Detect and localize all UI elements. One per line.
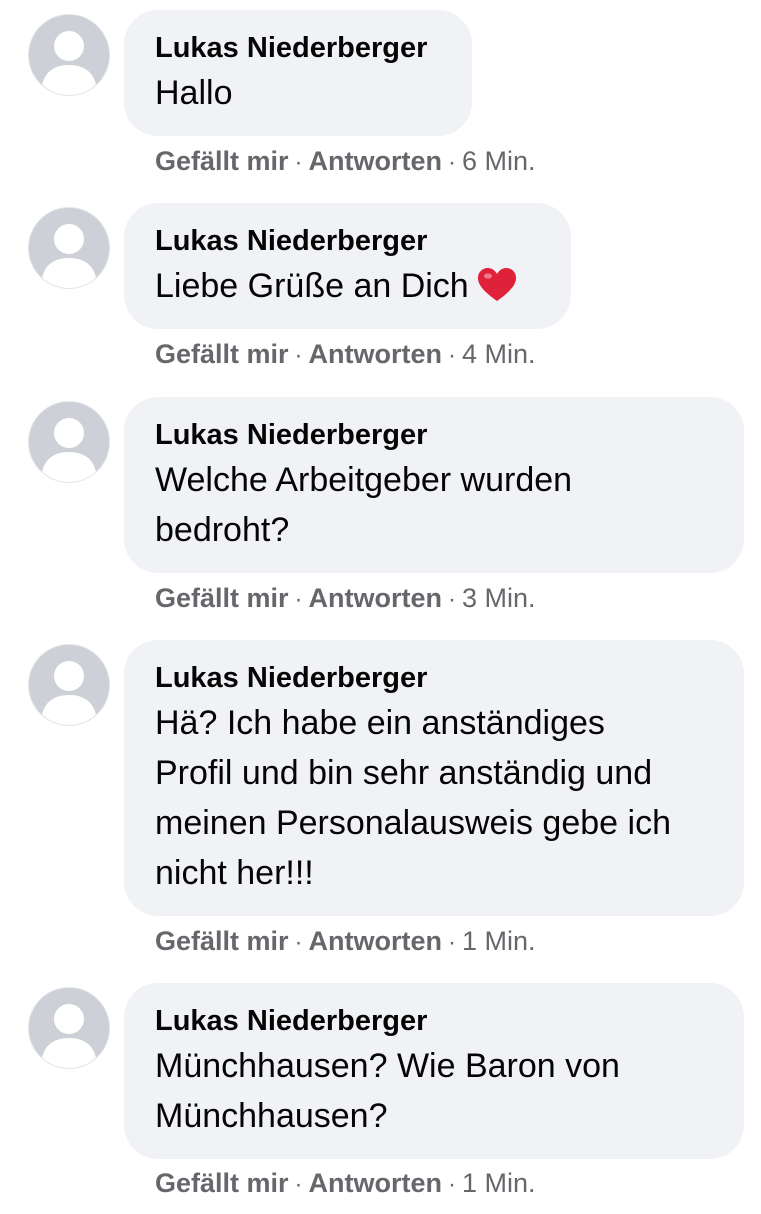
default-profile-icon bbox=[29, 988, 109, 1068]
comment-text-line: Liebe Grüße an Dich bbox=[155, 267, 469, 305]
avatar-icon[interactable] bbox=[29, 208, 109, 288]
comment-timestamp[interactable]: 3 Min. bbox=[462, 583, 536, 613]
comment-bubble: Lukas Niederberger Liebe Grüße an Dich bbox=[124, 203, 571, 329]
separator: · bbox=[294, 149, 303, 176]
avatar-icon[interactable] bbox=[29, 15, 109, 95]
comment-author-link[interactable]: Lukas Niederberger bbox=[155, 221, 540, 261]
comment-timestamp[interactable]: 4 Min. bbox=[462, 339, 536, 369]
comment-text: nicht her!!! bbox=[155, 854, 314, 892]
default-profile-icon bbox=[29, 402, 109, 482]
comment-text: Münchhausen? Wie Baron von bbox=[155, 1047, 620, 1085]
comment-bubble: Lukas Niederberger Hallo bbox=[124, 10, 472, 136]
comment-author-link[interactable]: Lukas Niederberger bbox=[155, 28, 441, 68]
comment-timestamp[interactable]: 1 Min. bbox=[462, 926, 536, 956]
reply-button[interactable]: Antworten bbox=[309, 146, 442, 176]
separator: · bbox=[294, 929, 303, 956]
comment-text: Liebe Grüße an Dich bbox=[155, 261, 540, 311]
reply-button[interactable]: Antworten bbox=[309, 339, 442, 369]
comment-text: Münchhausen? bbox=[155, 1097, 388, 1135]
comment-text: Profil und bin sehr anständig und bbox=[155, 754, 653, 792]
like-button[interactable]: Gefällt mir bbox=[155, 1168, 289, 1198]
like-button[interactable]: Gefällt mir bbox=[155, 583, 289, 613]
separator: · bbox=[448, 342, 457, 369]
comment-text: Welche Arbeitgeber wurden bbox=[155, 461, 573, 499]
like-button[interactable]: Gefällt mir bbox=[155, 339, 289, 369]
comment-timestamp[interactable]: 6 Min. bbox=[462, 146, 536, 176]
comment-text: bedroht? bbox=[155, 511, 290, 549]
separator: · bbox=[448, 149, 457, 176]
avatar-icon[interactable] bbox=[29, 988, 109, 1068]
like-button[interactable]: Gefällt mir bbox=[155, 926, 289, 956]
comment-actions: Gefällt mir · Antworten · 1 Min. bbox=[155, 1166, 536, 1202]
comment-timestamp[interactable]: 1 Min. bbox=[462, 1168, 536, 1198]
comment-bubble: Lukas Niederberger Welche Arbeitgeber wu… bbox=[124, 397, 744, 573]
default-profile-icon bbox=[29, 645, 109, 725]
comment-actions: Gefällt mir · Antworten · 1 Min. bbox=[155, 924, 536, 960]
comment-bubble: Lukas Niederberger Münchhausen? Wie Baro… bbox=[124, 983, 744, 1159]
separator: · bbox=[294, 1171, 303, 1198]
like-button[interactable]: Gefällt mir bbox=[155, 146, 289, 176]
avatar-icon[interactable] bbox=[29, 402, 109, 482]
comment-text: meinen Personalausweis gebe ich bbox=[155, 804, 671, 842]
reply-button[interactable]: Antworten bbox=[309, 1168, 442, 1198]
default-profile-icon bbox=[29, 208, 109, 288]
comment-text: Hallo bbox=[155, 74, 233, 112]
comment-bubble: Lukas Niederberger Hä? Ich habe ein anst… bbox=[124, 640, 744, 916]
separator: · bbox=[448, 1171, 457, 1198]
separator: · bbox=[294, 342, 303, 369]
separator: · bbox=[448, 586, 457, 613]
comment-author-link[interactable]: Lukas Niederberger bbox=[155, 658, 713, 698]
comment-author-link[interactable]: Lukas Niederberger bbox=[155, 1001, 713, 1041]
separator: · bbox=[448, 929, 457, 956]
comment-actions: Gefällt mir · Antworten · 4 Min. bbox=[155, 337, 536, 373]
comment-text: Hä? Ich habe ein anständiges bbox=[155, 704, 605, 742]
heart-emoji-icon bbox=[477, 267, 517, 303]
comment-actions: Gefällt mir · Antworten · 3 Min. bbox=[155, 581, 536, 617]
avatar-icon[interactable] bbox=[29, 645, 109, 725]
separator: · bbox=[294, 586, 303, 613]
comment-author-link[interactable]: Lukas Niederberger bbox=[155, 415, 713, 455]
reply-button[interactable]: Antworten bbox=[309, 583, 442, 613]
comment-actions: Gefällt mir · Antworten · 6 Min. bbox=[155, 144, 536, 180]
default-profile-icon bbox=[29, 15, 109, 95]
reply-button[interactable]: Antworten bbox=[309, 926, 442, 956]
